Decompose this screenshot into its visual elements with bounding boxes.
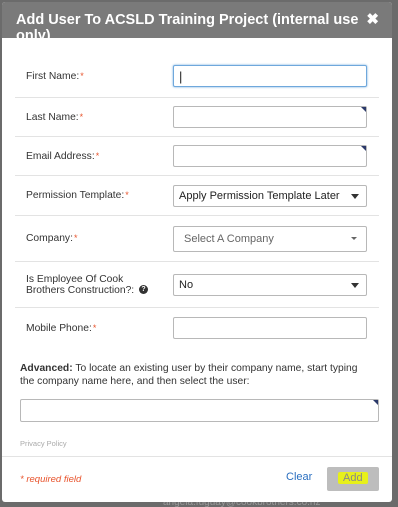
first-name-field[interactable]: | [173,65,367,87]
row-permission-template: Permission Template:* Apply Permission T… [15,176,379,216]
row-email: Email Address:* [15,137,379,176]
mobile-phone-label: Mobile Phone: [26,322,92,334]
text-cursor: | [179,68,183,84]
footer-divider [2,456,392,457]
row-company: Company:* Select A Company [15,216,379,262]
company-label: Company: [26,233,73,244]
permission-template-value: Apply Permission Template Later [179,189,340,202]
dialog-title: Add User To ACSLD Training Project (inte… [16,12,359,44]
chevron-down-icon [351,236,357,240]
row-first-name: First Name:* | [15,55,379,98]
advanced-help-text: Advanced: To locate an existing user by … [2,348,392,388]
company-placeholder: Select A Company [184,232,274,245]
user-form: First Name:* | Last Name:* Email Address… [2,38,392,348]
last-name-field[interactable] [173,106,367,128]
required-marker: * [73,233,78,243]
close-icon[interactable]: ✖ [366,10,379,28]
row-mobile-phone: Mobile Phone:* [15,308,379,348]
permission-template-select[interactable]: Apply Permission Template Later [173,184,367,207]
chevron-down-icon [351,282,359,288]
chevron-down-icon [351,193,359,199]
clear-button[interactable]: Clear [286,471,312,483]
last-name-label: Last Name: [26,111,79,123]
mobile-phone-field[interactable] [173,317,367,339]
privacy-policy-link[interactable]: Privacy Policy [20,439,67,448]
email-label: Email Address: [26,150,95,162]
row-last-name: Last Name:* [15,98,379,137]
employee-select[interactable]: No [173,273,367,296]
required-marker: * [125,190,129,200]
required-marker: * [79,111,84,122]
add-button[interactable]: Add [327,467,379,491]
email-field[interactable] [173,145,367,167]
employee-label-line2: Brothers Construction?: [26,284,135,296]
advanced-search-input[interactable] [20,399,379,422]
row-employee: Is Employee Of Cook Brothers Constructio… [15,262,379,308]
required-marker: * [92,322,97,333]
add-user-dialog: Add User To ACSLD Training Project (inte… [2,2,392,502]
required-marker: * [95,150,100,161]
advanced-label: Advanced: [20,363,73,374]
help-icon[interactable]: ? [139,285,149,295]
add-button-label: Add [338,472,368,484]
first-name-label: First Name: [26,70,80,82]
employee-value: No [179,278,194,291]
field-corner-marker [361,107,366,112]
required-field-note: * required field [20,474,82,485]
permission-template-label: Permission Template: [26,190,125,201]
dialog-header: Add User To ACSLD Training Project (inte… [2,2,392,44]
field-corner-marker [361,146,366,151]
company-select[interactable]: Select A Company [173,225,367,252]
required-marker: * [80,70,84,81]
employee-label-line1: Is Employee Of Cook [26,273,124,285]
field-corner-marker [373,400,378,405]
